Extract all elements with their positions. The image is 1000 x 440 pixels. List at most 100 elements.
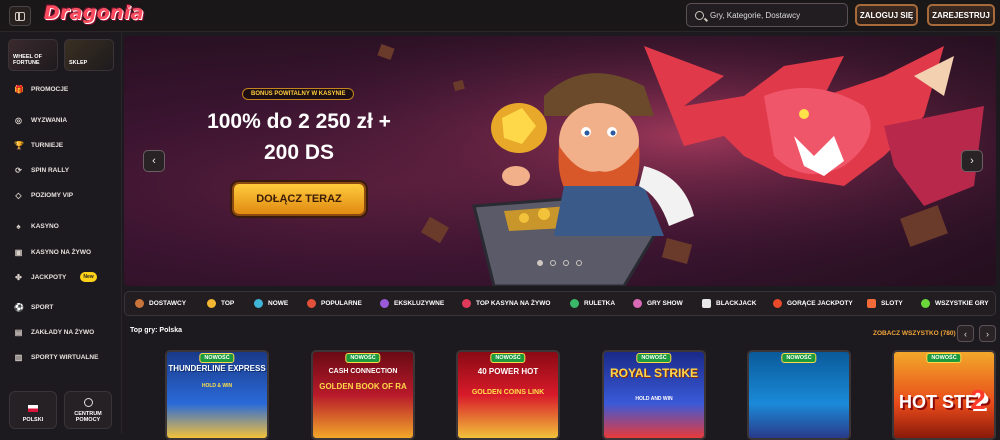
roulette-icon [570, 299, 579, 308]
banner-prev-button[interactable]: ‹ [143, 150, 165, 172]
game-subtitle: 2 [970, 384, 986, 415]
game-show-icon [633, 299, 642, 308]
game-card-40-power-hot[interactable]: NOWOŚĆ 40 POWER HOT GOLDEN COINS LINK [456, 350, 560, 440]
hot-jackpot-icon [773, 299, 782, 308]
game-card-underwater[interactable]: NOWOŚĆ [747, 350, 851, 440]
sidebar-item-sporty-wirtualne[interactable]: ▥ SPORTY WIRTUALNE [14, 353, 99, 362]
sidebar-toggle-icon [15, 11, 25, 21]
section-title: Top gry: Polska [130, 327, 182, 334]
jackpot-icon: ✤ [15, 272, 22, 282]
carousel-dot[interactable] [576, 260, 582, 266]
games-prev-button[interactable]: ‹ [957, 325, 974, 342]
rocket-icon [307, 299, 316, 308]
category-top-kasyna-na-zywo[interactable]: TOP KASYNA NA ŻYWO [462, 299, 550, 308]
wheel-of-fortune-label: WHEEL OF FORTUNE [13, 54, 42, 66]
sidebar-item-promocje[interactable]: 🎁 PROMOCJE [14, 85, 68, 94]
game-subtitle: HOLD & WIN [201, 383, 233, 389]
category-label: TOP [221, 300, 235, 307]
banner-headline: 100% do 2 250 zł + 200 DS [184, 106, 414, 168]
join-now-button[interactable]: DOŁĄCZ TERAZ [232, 182, 366, 216]
live-icon: ▣ [14, 248, 23, 257]
category-top[interactable]: TOP [207, 299, 234, 308]
category-ruletka[interactable]: RULETKA [570, 299, 615, 308]
sidebar-item-label: KASYNO [31, 223, 59, 230]
live-bet-icon: ▤ [14, 328, 23, 337]
help-center-label: CENTRUM POMOCY [74, 411, 102, 423]
sidebar-item-kasyno[interactable]: ♠ KASYNO [14, 222, 59, 231]
target-icon: ◎ [15, 116, 22, 125]
sidebar-item-wyzwania[interactable]: ◎ WYZWANIA [14, 116, 67, 125]
wheel-of-fortune-tile[interactable]: WHEEL OF FORTUNE [8, 39, 58, 71]
new-badge: NOWOŚĆ [199, 353, 235, 363]
category-label: SLOTY [881, 300, 903, 307]
promo-banner[interactable]: ‹ › BONUS POWITALNY W KASYNIE 100% do 2 … [124, 36, 996, 286]
sidebar-item-turnieje[interactable]: 🏆 TURNIEJE [14, 141, 63, 150]
shop-tile[interactable]: SKLEP [64, 39, 114, 71]
sidebar-item-label: KASYNO NA ŻYWO [31, 249, 92, 256]
category-label: GORĄCE JACKPOTY [787, 300, 853, 307]
carousel-dot[interactable] [563, 260, 569, 266]
category-blackjack[interactable]: BLACKJACK [702, 299, 756, 308]
register-button[interactable]: ZAREJESTRUJ [927, 4, 995, 26]
game-card-thunderline-express[interactable]: NOWOŚĆ THUNDERLINE EXPRESS HOLD & WIN [165, 350, 269, 440]
category-nowe[interactable]: NOWE [254, 299, 288, 308]
banner-headline-line1: 100% do 2 250 zł + [207, 110, 391, 133]
gem-icon [380, 299, 389, 308]
sidebar-item-jackpoty[interactable]: ✤ JACKPOTY New [14, 272, 97, 282]
shop-label: SKLEP [69, 60, 88, 66]
logo[interactable]: Dragonia [44, 2, 144, 24]
sidebar-item-poziomy-vip[interactable]: ◇ POZIOMY VIP [14, 191, 73, 200]
game-card-cash-connection[interactable]: NOWOŚĆ CASH CONNECTION GOLDEN BOOK OF RA [311, 350, 415, 440]
sidebar-item-label: PROMOCJE [31, 86, 69, 93]
game-title: THUNDERLINE EXPRESS [168, 364, 266, 373]
new-badge: NOWOŚĆ [490, 353, 526, 363]
language-button[interactable]: POLSKI [9, 391, 57, 429]
blackjack-icon [702, 299, 711, 308]
category-gorace-jackpoty[interactable]: GORĄCE JACKPOTY [773, 299, 853, 308]
sidebar-item-sport[interactable]: ⚽ SPORT [14, 303, 53, 312]
game-subtitle: GOLDEN BOOK OF RA [319, 382, 407, 391]
game-subtitle: HOLD AND WIN [635, 396, 673, 402]
carousel-dot[interactable] [537, 260, 543, 266]
new-badge: NOWOŚĆ [345, 353, 381, 363]
game-subtitle: GOLDEN COINS LINK [471, 389, 545, 396]
globe-icon [254, 299, 263, 308]
banner-headline-line2: 200 DS [263, 141, 335, 164]
poland-flag-icon [28, 405, 38, 412]
new-badge: NOWOŚĆ [926, 353, 962, 363]
login-button[interactable]: ZALOGUJ SIĘ [855, 4, 918, 26]
help-icon [83, 398, 93, 407]
sidebar-item-label: TURNIEJE [31, 142, 64, 149]
sidebar-item-kasyno-na-zywo[interactable]: ▣ KASYNO NA ŻYWO [14, 248, 91, 257]
banner-next-button[interactable]: › [961, 150, 983, 172]
cards-icon: ♠ [16, 222, 21, 231]
category-wszystkie-gry[interactable]: WSZYSTKIE GRY [921, 299, 989, 308]
sidebar-item-spin-rally[interactable]: ⟳ SPIN RALLY [14, 166, 69, 175]
star-icon [207, 299, 216, 308]
category-label: GRY SHOW [647, 300, 683, 307]
game-card-hot-step-2[interactable]: NOWOŚĆ HOT STEP 2 [892, 350, 996, 440]
games-next-button[interactable]: › [979, 325, 996, 342]
category-label: POPULARNE [321, 300, 362, 307]
game-title: CASH CONNECTION [328, 368, 398, 375]
sidebar-toggle-button[interactable] [9, 6, 31, 26]
category-ekskluzywne[interactable]: EKSKLUZYWNE [380, 299, 444, 308]
all-games-icon [921, 299, 930, 308]
category-dostawcy[interactable]: DOSTAWCY [135, 299, 186, 308]
sidebar-item-label: SPORT [31, 304, 54, 311]
category-label: DOSTAWCY [149, 300, 187, 307]
help-center-button[interactable]: CENTRUM POMOCY [64, 391, 112, 429]
category-sloty[interactable]: SLOTY [867, 299, 903, 308]
sidebar-item-zaklady-na-zywo[interactable]: ▤ ZAKŁADY NA ŻYWO [14, 328, 94, 337]
category-gry-show[interactable]: GRY SHOW [633, 299, 683, 308]
gift-icon: 🎁 [14, 85, 24, 94]
category-popularne[interactable]: POPULARNE [307, 299, 362, 308]
sidebar-item-label: ZAKŁADY NA ŻYWO [31, 329, 95, 336]
chevron-left-icon: ‹ [152, 155, 156, 167]
see-all-link[interactable]: ZOBACZ WSZYSTKO (780) [873, 330, 956, 337]
carousel-dot[interactable] [550, 260, 556, 266]
game-card-royal-strike[interactable]: NOWOŚĆ ROYAL STRIKE HOLD AND WIN [602, 350, 706, 440]
search-input[interactable]: Gry, Kategorie, Dostawcy [686, 3, 848, 27]
chevron-right-icon: › [970, 155, 974, 167]
chevron-left-icon: ‹ [964, 328, 967, 339]
